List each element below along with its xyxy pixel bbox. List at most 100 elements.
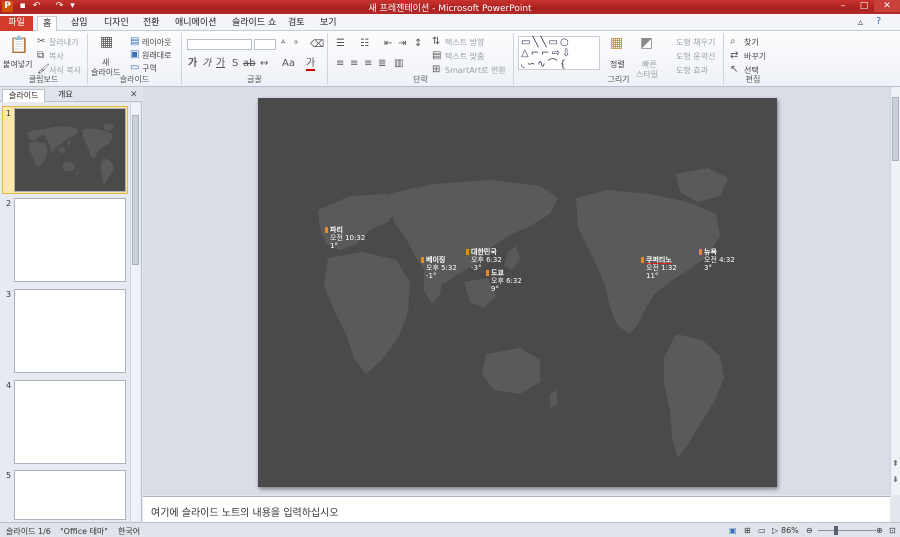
slides-group-label: 슬라이드 [119, 75, 150, 84]
city-time: 오전 10:32 [330, 234, 366, 242]
help-icon[interactable]: ? [876, 17, 881, 27]
city-marker-cupertino[interactable]: 쿠퍼티노 오전 1:32 11° [641, 256, 677, 280]
align-text-button[interactable]: 텍스트 맞춤 [445, 51, 484, 62]
shape-outline-button[interactable]: 도형 윤곽선 [676, 51, 715, 62]
tab-slideshow[interactable]: 슬라이드 쇼 [227, 16, 281, 31]
ribbon: 📋 붙여넣기 ✂ 잘라내기 ⧉ 복사 🖌 서식 복사 클립보드 ▦ 새 슬라이드… [0, 31, 900, 87]
font-color-icon[interactable]: 가 [306, 59, 316, 71]
increase-indent-icon[interactable]: ⇥ [398, 39, 406, 49]
shrink-font-icon[interactable]: ᵃ [294, 40, 298, 50]
bullets-icon[interactable]: ☰ [336, 39, 345, 49]
new-slide-icon[interactable]: ▦ [100, 35, 113, 49]
italic-icon[interactable]: 가 [202, 59, 211, 69]
layout-icon[interactable]: ▤ [130, 37, 139, 47]
clear-format-icon[interactable]: ⌫ [310, 40, 324, 50]
shadow-icon[interactable]: S [232, 59, 238, 69]
decrease-indent-icon[interactable]: ⇤ [384, 39, 392, 49]
slideshow-view-icon[interactable]: ▷ [772, 526, 778, 535]
section-icon[interactable]: ▭ [130, 63, 139, 73]
line-spacing-icon[interactable]: ↕ [414, 39, 422, 49]
tab-transitions[interactable]: 전환 [138, 16, 165, 31]
justify-icon[interactable]: ≣ [378, 59, 386, 69]
replace-icon[interactable]: ⇄ [730, 51, 738, 61]
thumbnail-scroll-thumb[interactable] [132, 115, 139, 265]
fit-to-window-icon[interactable]: ⊡ [889, 526, 896, 535]
cut-icon[interactable]: ✂ [37, 37, 45, 47]
close-panel-icon[interactable]: ✕ [130, 90, 138, 100]
copy-button[interactable]: 복사 [49, 51, 64, 62]
replace-button[interactable]: 바꾸기 [744, 51, 766, 62]
find-button[interactable]: 찾기 [744, 37, 759, 48]
slide-thumbnail-1[interactable] [14, 108, 126, 192]
thumbnail-scrollbar[interactable] [130, 103, 140, 521]
align-left-icon[interactable]: ≡ [336, 59, 344, 69]
align-center-icon[interactable]: ≡ [350, 59, 358, 69]
numbering-icon[interactable]: ☷ [360, 39, 369, 49]
reset-icon[interactable]: ▣ [130, 50, 139, 60]
slide-scroll-thumb[interactable] [892, 97, 899, 161]
city-marker-tokyo[interactable]: 도쿄 오후 6:32 9° [486, 269, 522, 293]
next-slide-icon[interactable]: ⇟ [892, 475, 899, 485]
language[interactable]: 한국어 [118, 526, 140, 537]
find-icon[interactable]: ⌕ [730, 37, 736, 47]
font-size-select[interactable] [254, 39, 276, 50]
previous-slide-icon[interactable]: ⇞ [892, 459, 899, 469]
text-direction-icon[interactable]: ⇅ [432, 37, 440, 47]
zoom-in-icon[interactable]: ⊕ [876, 526, 883, 535]
change-case-icon[interactable]: Aa [282, 59, 295, 69]
layout-button[interactable]: 레이아웃 [142, 37, 171, 48]
tab-outline[interactable]: 개요 [52, 89, 79, 102]
tab-review[interactable]: 검토 [283, 16, 310, 31]
city-marker-newyork[interactable]: 뉴욕 오전 4:32 3° [699, 248, 735, 272]
zoom-level[interactable]: 86% [781, 526, 799, 535]
reading-view-icon[interactable]: ▭ [758, 526, 766, 535]
minimize-icon[interactable]: – [832, 0, 854, 12]
section-button[interactable]: 구역 [142, 63, 157, 74]
close-icon[interactable]: ✕ [874, 0, 900, 12]
shapes-gallery[interactable]: ▭╲╲▭○ △⌐⌐⇨⇩ ◟∽∿⌒{ [518, 36, 600, 70]
arrange-icon[interactable]: ▦ [610, 36, 623, 50]
arrange-button[interactable]: 정렬 [610, 59, 625, 70]
paste-icon[interactable]: 📋 [9, 37, 29, 53]
theme-name[interactable]: "Office 테마" [60, 526, 108, 537]
text-direction-button[interactable]: 텍스트 방향 [445, 37, 484, 48]
underline-icon[interactable]: 가 [216, 59, 225, 69]
current-slide[interactable]: 파리 오전 10:32 1° 베이징 오후 5:32 -1° 대한민국 오후 6… [258, 98, 777, 487]
align-text-icon[interactable]: ▤ [432, 51, 441, 61]
slide-thumbnail-4[interactable] [14, 380, 126, 464]
notes-pane[interactable]: 여기에 슬라이드 노트의 내용을 입력하십시오 [143, 496, 890, 522]
slide-scrollbar[interactable]: ⇞ ⇟ [890, 87, 900, 495]
bold-icon[interactable]: 가 [188, 59, 197, 69]
slide-sorter-icon[interactable]: ⊞ [744, 526, 751, 535]
reset-button[interactable]: 원래대로 [142, 50, 171, 61]
tab-design[interactable]: 디자인 [99, 16, 134, 31]
copy-icon[interactable]: ⧉ [37, 51, 44, 61]
tab-view[interactable]: 보기 [315, 16, 342, 31]
columns-icon[interactable]: ▥ [394, 59, 403, 69]
tab-animations[interactable]: 애니메이션 [170, 16, 221, 31]
cut-button[interactable]: 잘라내기 [49, 37, 78, 48]
tab-insert[interactable]: 삽입 [66, 16, 93, 31]
city-marker-beijing[interactable]: 베이징 오후 5:32 -1° [421, 256, 457, 280]
grow-font-icon[interactable]: ᴬ [281, 40, 285, 50]
spacing-icon[interactable]: ↔ [260, 59, 268, 69]
strikethrough-icon[interactable]: ab [243, 59, 255, 69]
maximize-icon[interactable]: □ [853, 0, 875, 12]
slide-thumbnail-2[interactable] [14, 198, 126, 282]
tab-file[interactable]: 파일 [0, 16, 33, 31]
zoom-slider-handle[interactable] [834, 526, 838, 535]
align-right-icon[interactable]: ≡ [364, 59, 372, 69]
tab-home[interactable]: 홈 [37, 16, 58, 31]
shape-fill-button[interactable]: 도형 채우기 [676, 37, 715, 48]
tab-slides[interactable]: 슬라이드 [2, 89, 46, 102]
city-marker-paris[interactable]: 파리 오전 10:32 1° [325, 226, 366, 250]
slide-thumbnail-3[interactable] [14, 289, 126, 373]
slide-thumbnail-5[interactable] [14, 470, 126, 520]
minimize-ribbon-icon[interactable]: ▵ [858, 18, 863, 28]
normal-view-icon[interactable]: ▣ [729, 526, 737, 535]
paste-button[interactable]: 붙여넣기 [3, 59, 32, 70]
quick-styles-icon[interactable]: ◩ [640, 36, 653, 50]
zoom-slider[interactable] [818, 530, 876, 531]
zoom-out-icon[interactable]: ⊖ [806, 526, 813, 535]
font-name-select[interactable] [187, 39, 252, 50]
